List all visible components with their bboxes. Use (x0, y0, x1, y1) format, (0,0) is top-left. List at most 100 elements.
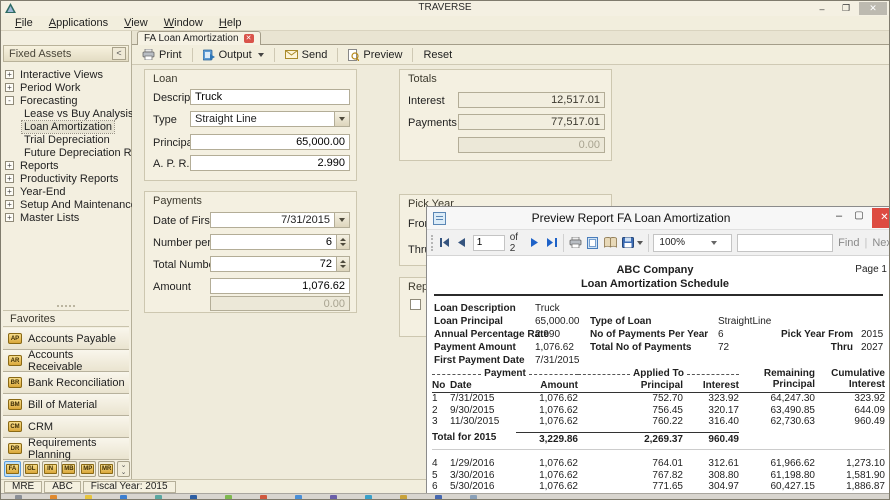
minimize-icon[interactable]: – (831, 210, 847, 226)
taskbar-icon[interactable] (120, 495, 127, 500)
find-next-button[interactable]: Next (872, 237, 890, 249)
report-option-checkbox[interactable] (410, 299, 421, 310)
menu-view[interactable]: View (116, 17, 156, 29)
number-per-year-field[interactable] (210, 234, 337, 250)
nav-first-icon[interactable] (439, 235, 451, 251)
taskbar-icon[interactable] (365, 495, 372, 500)
favorite-item-accounts-payable[interactable]: APAccounts Payable (3, 328, 129, 350)
tab-fa-loan-amortization[interactable]: FA Loan Amortization ✕ (137, 31, 261, 45)
type-select[interactable]: Straight Line (190, 111, 335, 127)
close-icon[interactable]: ✕ (859, 2, 887, 15)
taskbar-icon[interactable] (295, 495, 302, 500)
module-button-mp[interactable]: MP (79, 461, 96, 477)
favorite-item-bank-reconciliation[interactable]: BRBank Reconciliation (3, 372, 129, 394)
dropdown-arrow-icon[interactable] (335, 212, 350, 228)
sidebar-item-label: Period Work (18, 82, 82, 94)
menu-help[interactable]: Help (211, 17, 250, 29)
amount-field[interactable] (210, 278, 350, 294)
module-button-mr[interactable]: MR (98, 461, 115, 477)
send-button[interactable]: Send (280, 47, 333, 63)
reset-button[interactable]: Reset (418, 47, 457, 63)
tree-expand-icon[interactable]: + (5, 161, 14, 170)
favorite-item-requirements-planning[interactable]: DRRequirements Planning (3, 438, 129, 460)
taskbar-icon[interactable] (470, 495, 477, 500)
taskbar-icon[interactable] (400, 495, 407, 500)
page-setup-icon[interactable] (604, 235, 617, 251)
sidebar-item-reports[interactable]: +Reports (5, 159, 129, 172)
collapse-panel-icon[interactable]: < (112, 47, 126, 60)
menu-applications[interactable]: Applications (41, 17, 116, 29)
menu-window[interactable]: Window (156, 17, 211, 29)
export-icon[interactable] (622, 235, 643, 251)
tree-expand-icon[interactable]: + (5, 213, 14, 222)
cell-date: 9/30/2015 (450, 405, 516, 417)
taskbar-icon[interactable] (225, 495, 232, 500)
info-value: 2015 (861, 328, 887, 341)
tree-expand-icon[interactable]: + (5, 200, 14, 209)
favorite-item-accounts-receivable[interactable]: ARAccounts Receivable (3, 350, 129, 372)
principal-field[interactable] (190, 134, 350, 150)
description-field[interactable] (190, 89, 350, 105)
info-value: StraightLine (718, 315, 781, 328)
taskbar-icon[interactable] (190, 495, 197, 500)
taskbar-icon[interactable] (85, 495, 92, 500)
sidebar-item-interactive-views[interactable]: +Interactive Views (5, 68, 129, 81)
taskbar-icon[interactable] (330, 495, 337, 500)
maximize-icon[interactable]: ▢ (851, 210, 867, 226)
module-button-in[interactable]: IN (42, 461, 59, 477)
date-of-first-field[interactable]: 7/31/2015 (210, 212, 335, 228)
taskbar-icon[interactable] (50, 495, 57, 500)
menu-file[interactable]: File (7, 17, 41, 29)
tree-expand-icon[interactable]: + (5, 187, 14, 196)
nav-next-icon[interactable] (529, 235, 541, 251)
module-button-mb[interactable]: MB (61, 461, 78, 477)
sidebar-item-master-lists[interactable]: +Master Lists (5, 211, 129, 224)
spinner-icon[interactable] (337, 256, 350, 272)
favorite-item-bill-of-material[interactable]: BMBill of Material (3, 394, 129, 416)
minimize-icon[interactable]: – (811, 2, 833, 15)
send-label: Send (302, 49, 328, 61)
sidebar-item-period-work[interactable]: + Period Work (5, 81, 129, 94)
spinner-icon[interactable] (337, 234, 350, 250)
page-number-input[interactable] (473, 235, 505, 251)
splitter-handle[interactable] (3, 303, 129, 309)
find-text-input[interactable] (737, 234, 833, 252)
nav-last-icon[interactable] (546, 235, 558, 251)
taskbar-icon[interactable] (15, 495, 22, 500)
sidebar-item-productivity-reports[interactable]: +Productivity Reports (5, 172, 129, 185)
taskbar-icon[interactable] (155, 495, 162, 500)
info-value: 65,000.00 (535, 315, 590, 328)
sidebar-item-loan-amortization[interactable]: Loan Amortization (5, 120, 129, 133)
dropdown-arrow-icon[interactable] (335, 111, 350, 127)
zoom-select[interactable]: 100% (653, 234, 732, 252)
sidebar-item-lease-vs-buy[interactable]: Lease vs Buy Analysis (5, 107, 129, 120)
sidebar-item-trial-depreciation[interactable]: Trial Depreciation (5, 133, 129, 146)
tree-expand-icon[interactable]: + (5, 83, 14, 92)
tree-expand-icon[interactable]: + (5, 70, 14, 79)
tab-close-icon[interactable]: ✕ (244, 34, 254, 43)
module-button-fa[interactable]: FA (4, 461, 21, 477)
output-button[interactable]: Output (198, 47, 269, 63)
restore-icon[interactable]: ❐ (835, 2, 857, 15)
sidebar-item-year-end[interactable]: +Year-End (5, 185, 129, 198)
sidebar-item-forecasting[interactable]: -Forecasting (5, 94, 129, 107)
sidebar-item-future-depreciation[interactable]: Future Depreciation Report (5, 146, 129, 159)
close-icon[interactable]: ✕ (872, 208, 890, 228)
nav-prev-icon[interactable] (456, 235, 468, 251)
sidebar-item-setup-maintenance[interactable]: +Setup And Maintenance (5, 198, 129, 211)
module-button-gl[interactable]: GL (23, 461, 40, 477)
favorite-item-crm[interactable]: CMCRM (3, 416, 129, 438)
total-number-field[interactable] (210, 256, 337, 272)
overflow-chevron-icon[interactable]: ⌄⌄ (117, 461, 130, 477)
print-icon[interactable] (569, 235, 582, 251)
preview-button[interactable]: Preview (343, 47, 407, 63)
taskbar-icon[interactable] (260, 495, 267, 500)
print-layout-icon[interactable] (587, 235, 599, 251)
find-button[interactable]: Find (838, 237, 859, 249)
apr-field[interactable] (190, 155, 350, 171)
preview-titlebar[interactable]: Preview Report FA Loan Amortization – ▢ … (427, 207, 890, 230)
tree-collapse-icon[interactable]: - (5, 96, 14, 105)
print-button[interactable]: Print (137, 47, 187, 63)
taskbar-icon[interactable] (435, 495, 442, 500)
tree-expand-icon[interactable]: + (5, 174, 14, 183)
